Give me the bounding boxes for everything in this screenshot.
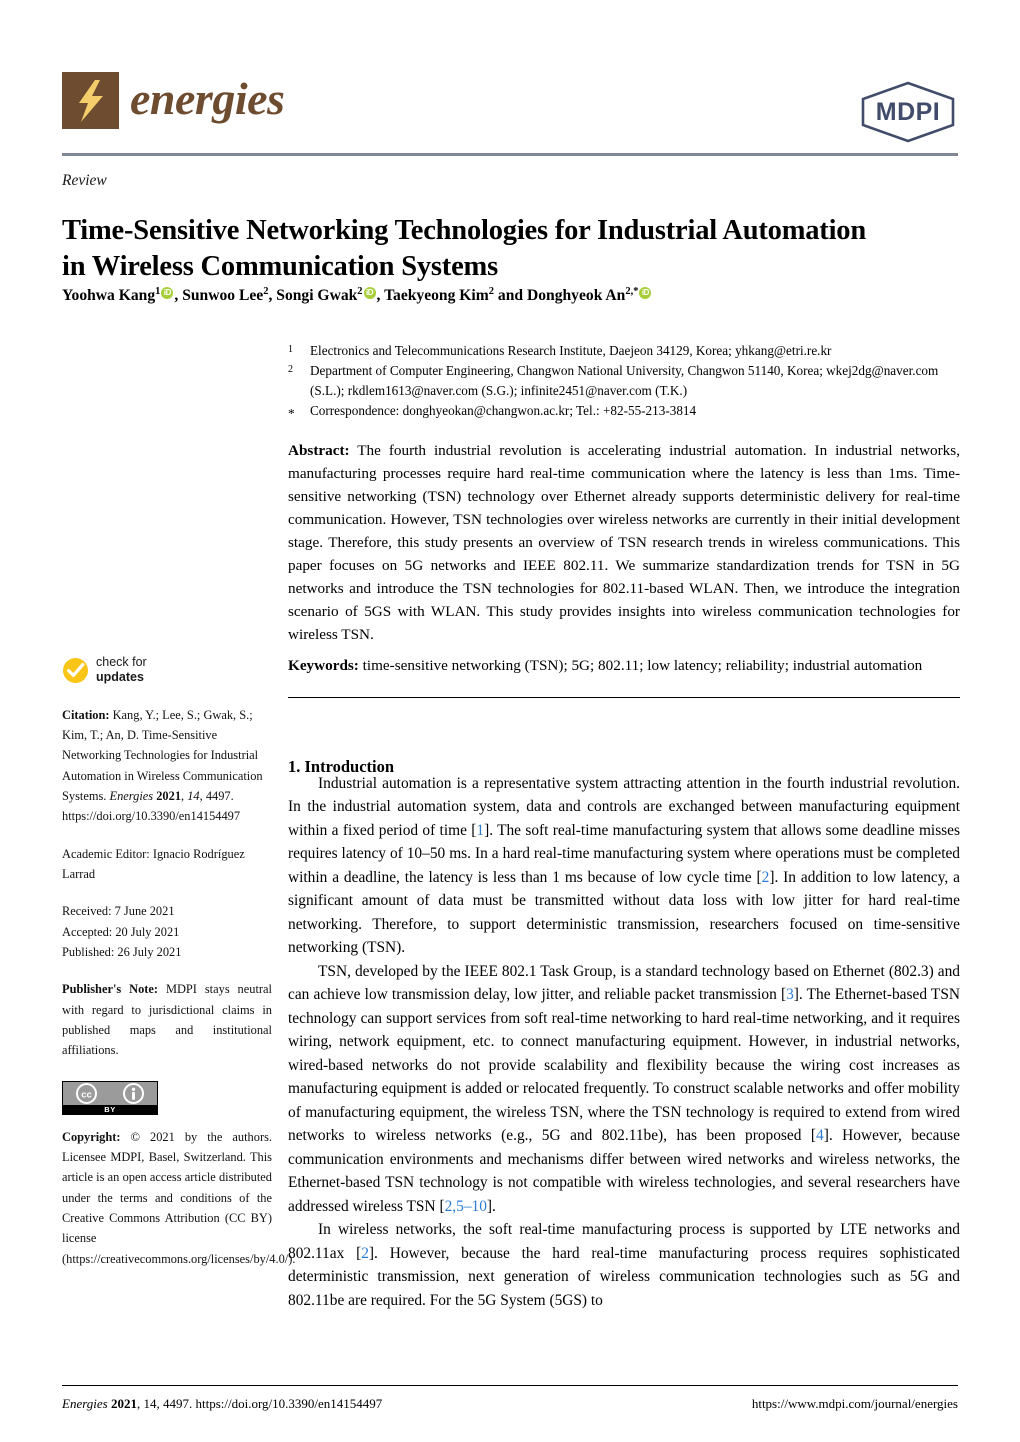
cfu-line2: updates bbox=[96, 670, 144, 685]
lightning-bolt-icon bbox=[62, 72, 119, 129]
svg-text:MDPI: MDPI bbox=[876, 98, 941, 126]
date-published: Published: 26 July 2021 bbox=[62, 944, 182, 959]
affiliation-marker: 2 bbox=[288, 364, 293, 376]
publication-dates: Received: 7 June 2021 Accepted: 20 July … bbox=[62, 901, 272, 962]
date-received: Received: 7 June 2021 bbox=[62, 904, 175, 919]
keywords: Keywords: time-sensitive networking (TSN… bbox=[288, 655, 960, 678]
keywords-divider bbox=[288, 697, 960, 698]
check-for-updates-badge[interactable]: check for updates bbox=[62, 655, 272, 686]
body-paragraph: Industrial automation is a representativ… bbox=[288, 775, 960, 957]
check-circle-icon bbox=[63, 657, 88, 683]
journal-logo[interactable]: energies bbox=[62, 72, 285, 129]
citation-volume: 14 bbox=[187, 788, 200, 803]
article-type: Review bbox=[62, 172, 107, 189]
creative-commons-by-icon[interactable]: cc BY bbox=[62, 1080, 158, 1115]
author-affiliation-marker: 2 bbox=[488, 286, 495, 297]
copyright-label: Copyright: bbox=[62, 1129, 121, 1144]
cc-by-label: BY bbox=[104, 1104, 116, 1114]
citation-year: 2021 bbox=[156, 788, 182, 803]
publishers-note-label: Publisher's Note: bbox=[62, 982, 159, 997]
abstract: Abstract: The fourth industrial revoluti… bbox=[288, 440, 960, 647]
academic-editor-label: Academic Editor: bbox=[62, 846, 150, 861]
mdpi-logo[interactable]: MDPI bbox=[858, 80, 958, 149]
affiliation-text: Electronics and Telecommunications Resea… bbox=[310, 343, 832, 358]
affiliation-text: Department of Computer Engineering, Chan… bbox=[310, 363, 939, 399]
copyright-block: Copyright: © 2021 by the authors. Licens… bbox=[62, 1127, 295, 1269]
check-for-updates-label: check for updates bbox=[96, 655, 147, 686]
journal-name: energies bbox=[130, 72, 285, 124]
author-affiliation-marker: 2 bbox=[357, 286, 363, 297]
author-name: Sunwoo Lee bbox=[182, 287, 264, 305]
keywords-label: Keywords: bbox=[288, 657, 359, 674]
publishers-note-block: Publisher's Note: MDPI stays neutral wit… bbox=[62, 979, 272, 1060]
citation-article-number: 4497. bbox=[205, 788, 234, 803]
abstract-text: The fourth industrial revolution is acce… bbox=[288, 442, 960, 643]
cfu-line1: check for bbox=[96, 655, 147, 669]
masthead: energies MDPI bbox=[62, 72, 958, 150]
affiliation-text: Correspondence: donghyeokan@changwon.ac.… bbox=[310, 403, 697, 419]
footer-divider bbox=[62, 1385, 958, 1386]
date-accepted: Accepted: 20 July 2021 bbox=[62, 924, 180, 939]
citation-label: Citation: bbox=[62, 707, 110, 722]
author-name: Taekyeong Kim bbox=[384, 287, 489, 305]
author-name: Songi Gwak bbox=[276, 287, 358, 305]
page-title: Time-Sensitive Networking Technologies f… bbox=[62, 215, 867, 282]
citation-journal: Energies bbox=[109, 788, 154, 803]
affiliation-marker: * bbox=[288, 406, 295, 422]
footer-citation: Energies 2021, 14, 4497. https://doi.org… bbox=[62, 1396, 382, 1412]
author-name: Yoohwa Kang bbox=[62, 287, 156, 305]
citation-reference[interactable]: 2 bbox=[762, 869, 770, 886]
attribution-person-icon bbox=[123, 1082, 144, 1104]
citation-reference[interactable]: 3 bbox=[786, 986, 794, 1003]
citation-reference[interactable]: 2,5–10 bbox=[445, 1198, 487, 1215]
citation-reference[interactable]: 1 bbox=[476, 822, 484, 839]
academic-editor-block: Academic Editor: Ignacio Rodríguez Larra… bbox=[62, 844, 272, 885]
masthead-divider bbox=[62, 153, 958, 156]
footer-url[interactable]: https://www.mdpi.com/journal/energies bbox=[752, 1396, 958, 1412]
copyright-text: © 2021 by the authors. Licensee MDPI, Ba… bbox=[62, 1129, 296, 1266]
abstract-label: Abstract: bbox=[288, 442, 350, 459]
orcid-icon[interactable]: iD bbox=[363, 287, 376, 300]
body-paragraph: TSN, developed by the IEEE 802.1 Task Gr… bbox=[288, 962, 960, 1215]
body-content: Industrial automation is a representativ… bbox=[288, 772, 960, 1312]
sidebar: check for updates Citation: Kang, Y.; Le… bbox=[62, 655, 295, 1286]
author-name: Donghyeok An bbox=[526, 287, 626, 305]
footer-year: 2021 bbox=[110, 1396, 137, 1411]
author-affiliation-marker: 2,* bbox=[625, 286, 639, 297]
cc-circle-icon: cc bbox=[76, 1082, 97, 1104]
article-page: energies MDPI Review Time-Sensitive Netw… bbox=[0, 0, 1020, 1442]
author-affiliation-marker: 1 bbox=[155, 286, 161, 297]
citation-reference[interactable]: 2 bbox=[361, 1245, 369, 1262]
orcid-icon[interactable]: iD bbox=[639, 287, 652, 300]
keywords-text: time-sensitive networking (TSN); 5G; 802… bbox=[362, 657, 923, 674]
footer-journal: Energies bbox=[62, 1396, 108, 1411]
affiliation-item: 1 Electronics and Telecommunications Res… bbox=[288, 341, 960, 361]
footer-locator: , 14, 4497. https://doi.org/10.3390/en14… bbox=[136, 1396, 383, 1411]
page-footer: Energies 2021, 14, 4497. https://doi.org… bbox=[62, 1396, 958, 1412]
body-paragraph: In wireless networks, the soft real-time… bbox=[288, 1221, 960, 1309]
author-affiliation-marker: 2 bbox=[263, 286, 269, 297]
citation-doi[interactable]: https://doi.org/10.3390/en14154497 bbox=[62, 809, 240, 823]
authors-conjunction: and bbox=[497, 287, 524, 305]
citation-reference[interactable]: 4 bbox=[816, 1127, 824, 1144]
affiliations: 1 Electronics and Telecommunications Res… bbox=[288, 341, 960, 424]
affiliation-item: * Correspondence: donghyeokan@changwon.a… bbox=[288, 401, 960, 424]
affiliation-item: 2 Department of Computer Engineering, Ch… bbox=[288, 361, 960, 401]
author-list: Yoohwa Kang1 iD, Sunwoo Lee2, Songi Gwak2… bbox=[62, 285, 942, 307]
svg-text:cc: cc bbox=[81, 1089, 92, 1100]
affiliation-marker: 1 bbox=[288, 344, 293, 355]
citation-block: Citation: Kang, Y.; Lee, S.; Gwak, S.; K… bbox=[62, 707, 263, 824]
orcid-icon[interactable]: iD bbox=[161, 287, 174, 300]
